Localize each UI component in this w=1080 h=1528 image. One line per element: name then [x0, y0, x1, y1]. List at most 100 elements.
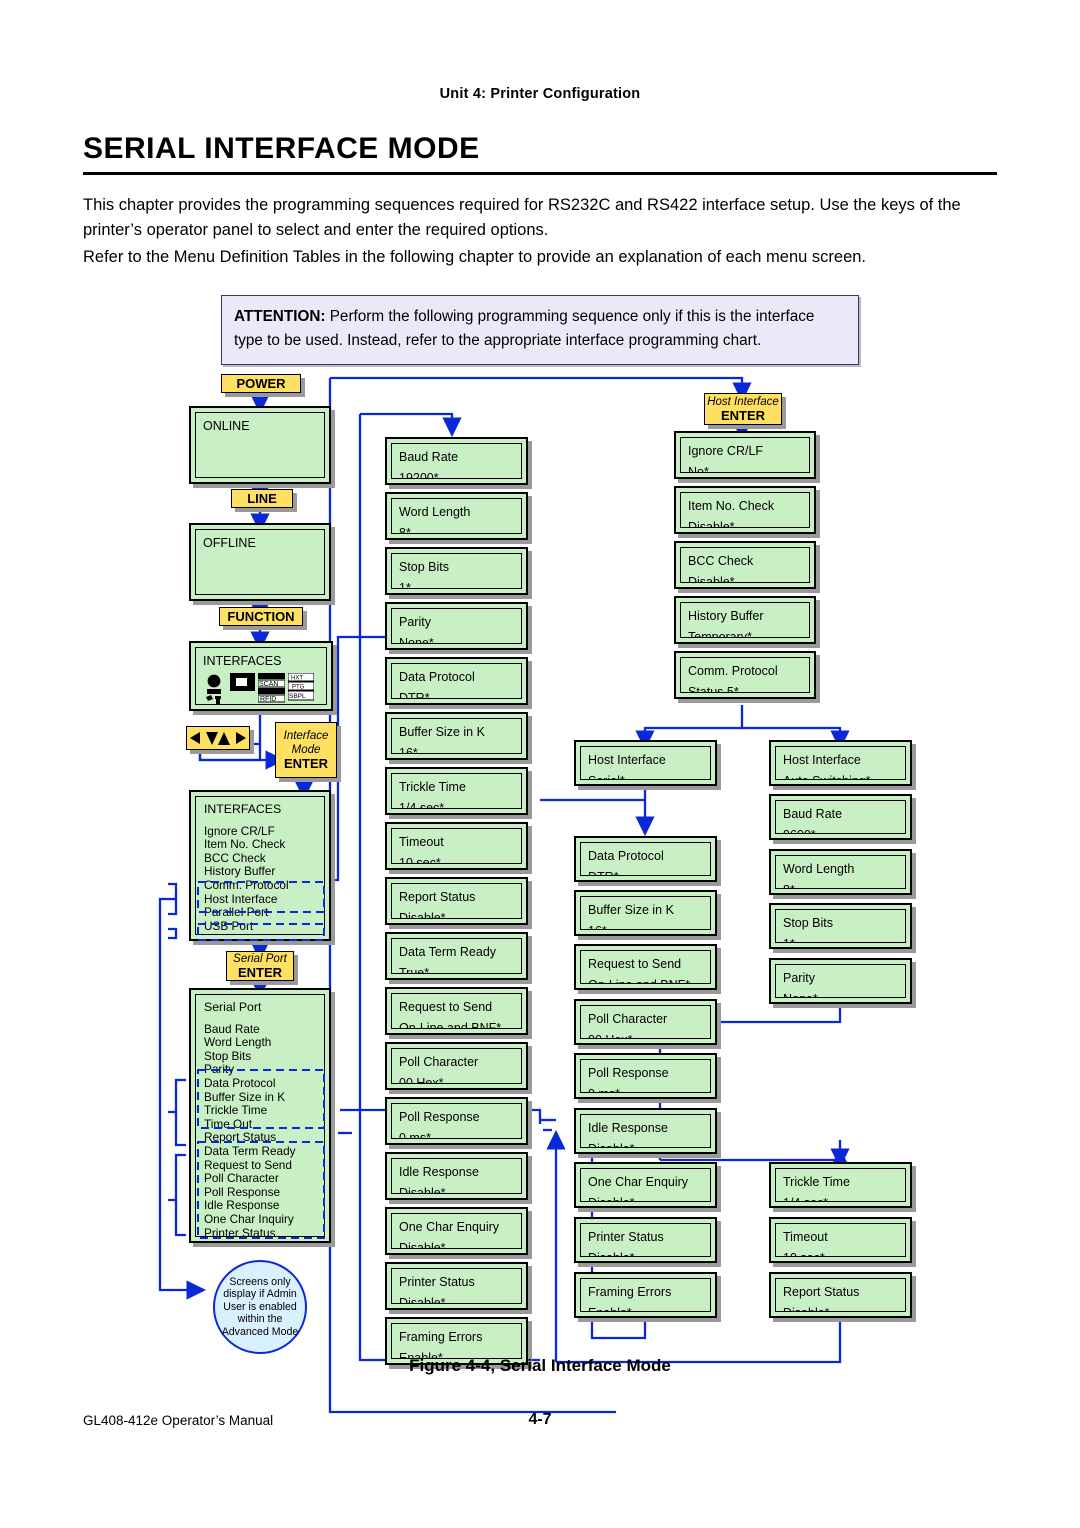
screen-online-label: ONLINE [203, 419, 250, 433]
setting-box: History Buffer Temporary* [674, 596, 816, 644]
setting-value: Disable* [688, 575, 735, 583]
setting-box: Poll Character 00 Hex* [574, 999, 717, 1045]
flowchart: POWER ONLINE LINE OFFLINE FUNCTION INTER… [0, 0, 1080, 1414]
setting-box: Request to Send On-Line and BNF* [574, 944, 717, 990]
setting-label: Request to Send [399, 1000, 493, 1014]
setting-label: Request to Send [588, 957, 682, 971]
setting-value: Disable* [399, 1186, 446, 1194]
manual-page: Unit 4: Printer Configuration SERIAL INT… [0, 0, 1080, 1528]
setting-value: Disable* [399, 1241, 446, 1249]
key-function[interactable]: FUNCTION [219, 607, 303, 626]
key-interface-mode-l1: Interface [283, 730, 329, 742]
setting-value: 8* [399, 526, 411, 534]
setting-value: 19200* [399, 471, 439, 479]
setting-label: Timeout [783, 1230, 828, 1244]
setting-label: Report Status [783, 1285, 860, 1299]
setting-value: 1/4 sec* [783, 1195, 898, 1201]
setting-label: Host Interface [588, 753, 666, 767]
setting-label: Baud Rate [399, 450, 459, 464]
setting-label: Printer Status [399, 1275, 475, 1289]
printer-icon [230, 673, 255, 691]
setting-value: 00 Hex* [588, 1032, 703, 1038]
setting-box: Printer Status Disable* [385, 1262, 528, 1310]
setting-label: Buffer Size in K [588, 903, 674, 917]
protocol-icon: HXT PTG SBPL [288, 673, 314, 701]
setting-box: One Char Enquiry Disable* [574, 1162, 717, 1208]
setting-box: Trickle Time 1/4 sec* [385, 767, 528, 815]
arrow-key-pad[interactable] [186, 726, 250, 750]
setting-box: Poll Response 0 ms* [385, 1097, 528, 1145]
setting-box: Item No. Check Disable* [674, 486, 816, 534]
setting-value: 16* [588, 923, 703, 929]
interface-icon-row: SCAN RFID HXT PTG SBPL [203, 673, 319, 704]
setting-value: Disable* [588, 1195, 703, 1201]
svg-text:SCAN: SCAN [259, 681, 278, 688]
setting-box: Parity None* [769, 958, 912, 1004]
key-interface-mode-enter-label: ENTER [283, 756, 329, 771]
setting-value: DTR* [588, 869, 703, 875]
setting-box: Idle Response Disable* [385, 1152, 528, 1200]
setting-box: Word Length 8* [769, 849, 912, 895]
setting-label: Framing Errors [399, 1330, 483, 1344]
setting-box: Report Status Disable* [385, 877, 528, 925]
setting-label: Report Status [399, 890, 476, 904]
setting-value: 0 ms* [588, 1086, 703, 1092]
setting-label: Parity [399, 615, 431, 629]
key-line-label: LINE [247, 490, 277, 506]
setting-value: Disable* [399, 911, 446, 919]
setting-box: Word Length 8* [385, 492, 528, 540]
setting-value: 9600* [783, 827, 898, 833]
screen-offline: OFFLINE [189, 523, 331, 601]
setting-box: Trickle Time 1/4 sec* [769, 1162, 912, 1208]
setting-label: Timeout [399, 835, 444, 849]
setting-value: True* [399, 966, 430, 974]
setting-label: Baud Rate [783, 807, 843, 821]
setting-value: 1* [783, 936, 898, 942]
setting-box: Framing Errors Enable* [574, 1272, 717, 1318]
setting-label: Framing Errors [588, 1285, 672, 1299]
setting-value: Disable* [399, 1296, 446, 1304]
setting-box: Baud Rate 19200* [385, 437, 528, 485]
setting-label: Parity [783, 971, 815, 985]
setting-label: Ignore CR/LF [688, 444, 764, 458]
setting-box: BCC Check Disable* [674, 541, 816, 589]
setting-label: Data Protocol [399, 670, 475, 684]
setting-box: Printer Status Disable* [574, 1217, 717, 1263]
setting-box: Report Status Disable* [769, 1272, 912, 1318]
key-power[interactable]: POWER [221, 374, 301, 393]
setting-label: Trickle Time [783, 1175, 850, 1189]
key-interface-mode-l2: Mode [291, 744, 321, 756]
setting-box: Data Protocol DTR* [574, 836, 717, 882]
setting-value: Auto Switching* [783, 773, 898, 779]
setting-label: Comm. Protocol [688, 664, 778, 678]
setting-box: Request to Send On-Line and BNF* [385, 987, 528, 1035]
setting-box: Ignore CR/LF No* [674, 431, 816, 479]
setting-box: Idle Response Disable* [574, 1108, 717, 1154]
setting-value: DTR* [399, 691, 430, 699]
dashed-highlight-serial-port [197, 1069, 325, 1239]
setting-box: One Char Enquiry Disable* [385, 1207, 528, 1255]
setting-label: BCC Check [688, 554, 754, 568]
key-host-interface-enter[interactable]: Host Interface ENTER [704, 393, 782, 425]
setting-label: Trickle Time [399, 780, 466, 794]
key-line[interactable]: LINE [231, 489, 293, 508]
setting-value: 0 ms* [399, 1131, 431, 1139]
setting-value: Disable* [588, 1141, 703, 1147]
setting-label: One Char Enquiry [588, 1175, 689, 1189]
key-interface-mode-enter[interactable]: Interface Mode ENTER [275, 722, 337, 778]
setting-label: Stop Bits [783, 916, 834, 930]
svg-text:PTG: PTG [292, 685, 305, 691]
setting-box: Comm. Protocol Status 5* [674, 651, 816, 699]
setting-label: One Char Enquiry [399, 1220, 500, 1234]
key-serial-port-l1: Serial Port [233, 953, 287, 965]
dashed-highlight-interfaces [197, 881, 325, 941]
setting-label: Host Interface [783, 753, 861, 767]
admin-note-text: Screens only display if Admin User is en… [221, 1275, 299, 1338]
setting-value: Disable* [783, 1305, 898, 1311]
setting-value: On-Line and BNF* [588, 977, 703, 983]
key-serial-port-enter-label: ENTER [237, 965, 283, 980]
key-function-label: FUNCTION [227, 608, 295, 624]
setting-value: Status 5* [688, 685, 739, 693]
key-serial-port-enter[interactable]: Serial Port ENTER [226, 951, 294, 981]
screen-online: ONLINE [189, 406, 331, 484]
